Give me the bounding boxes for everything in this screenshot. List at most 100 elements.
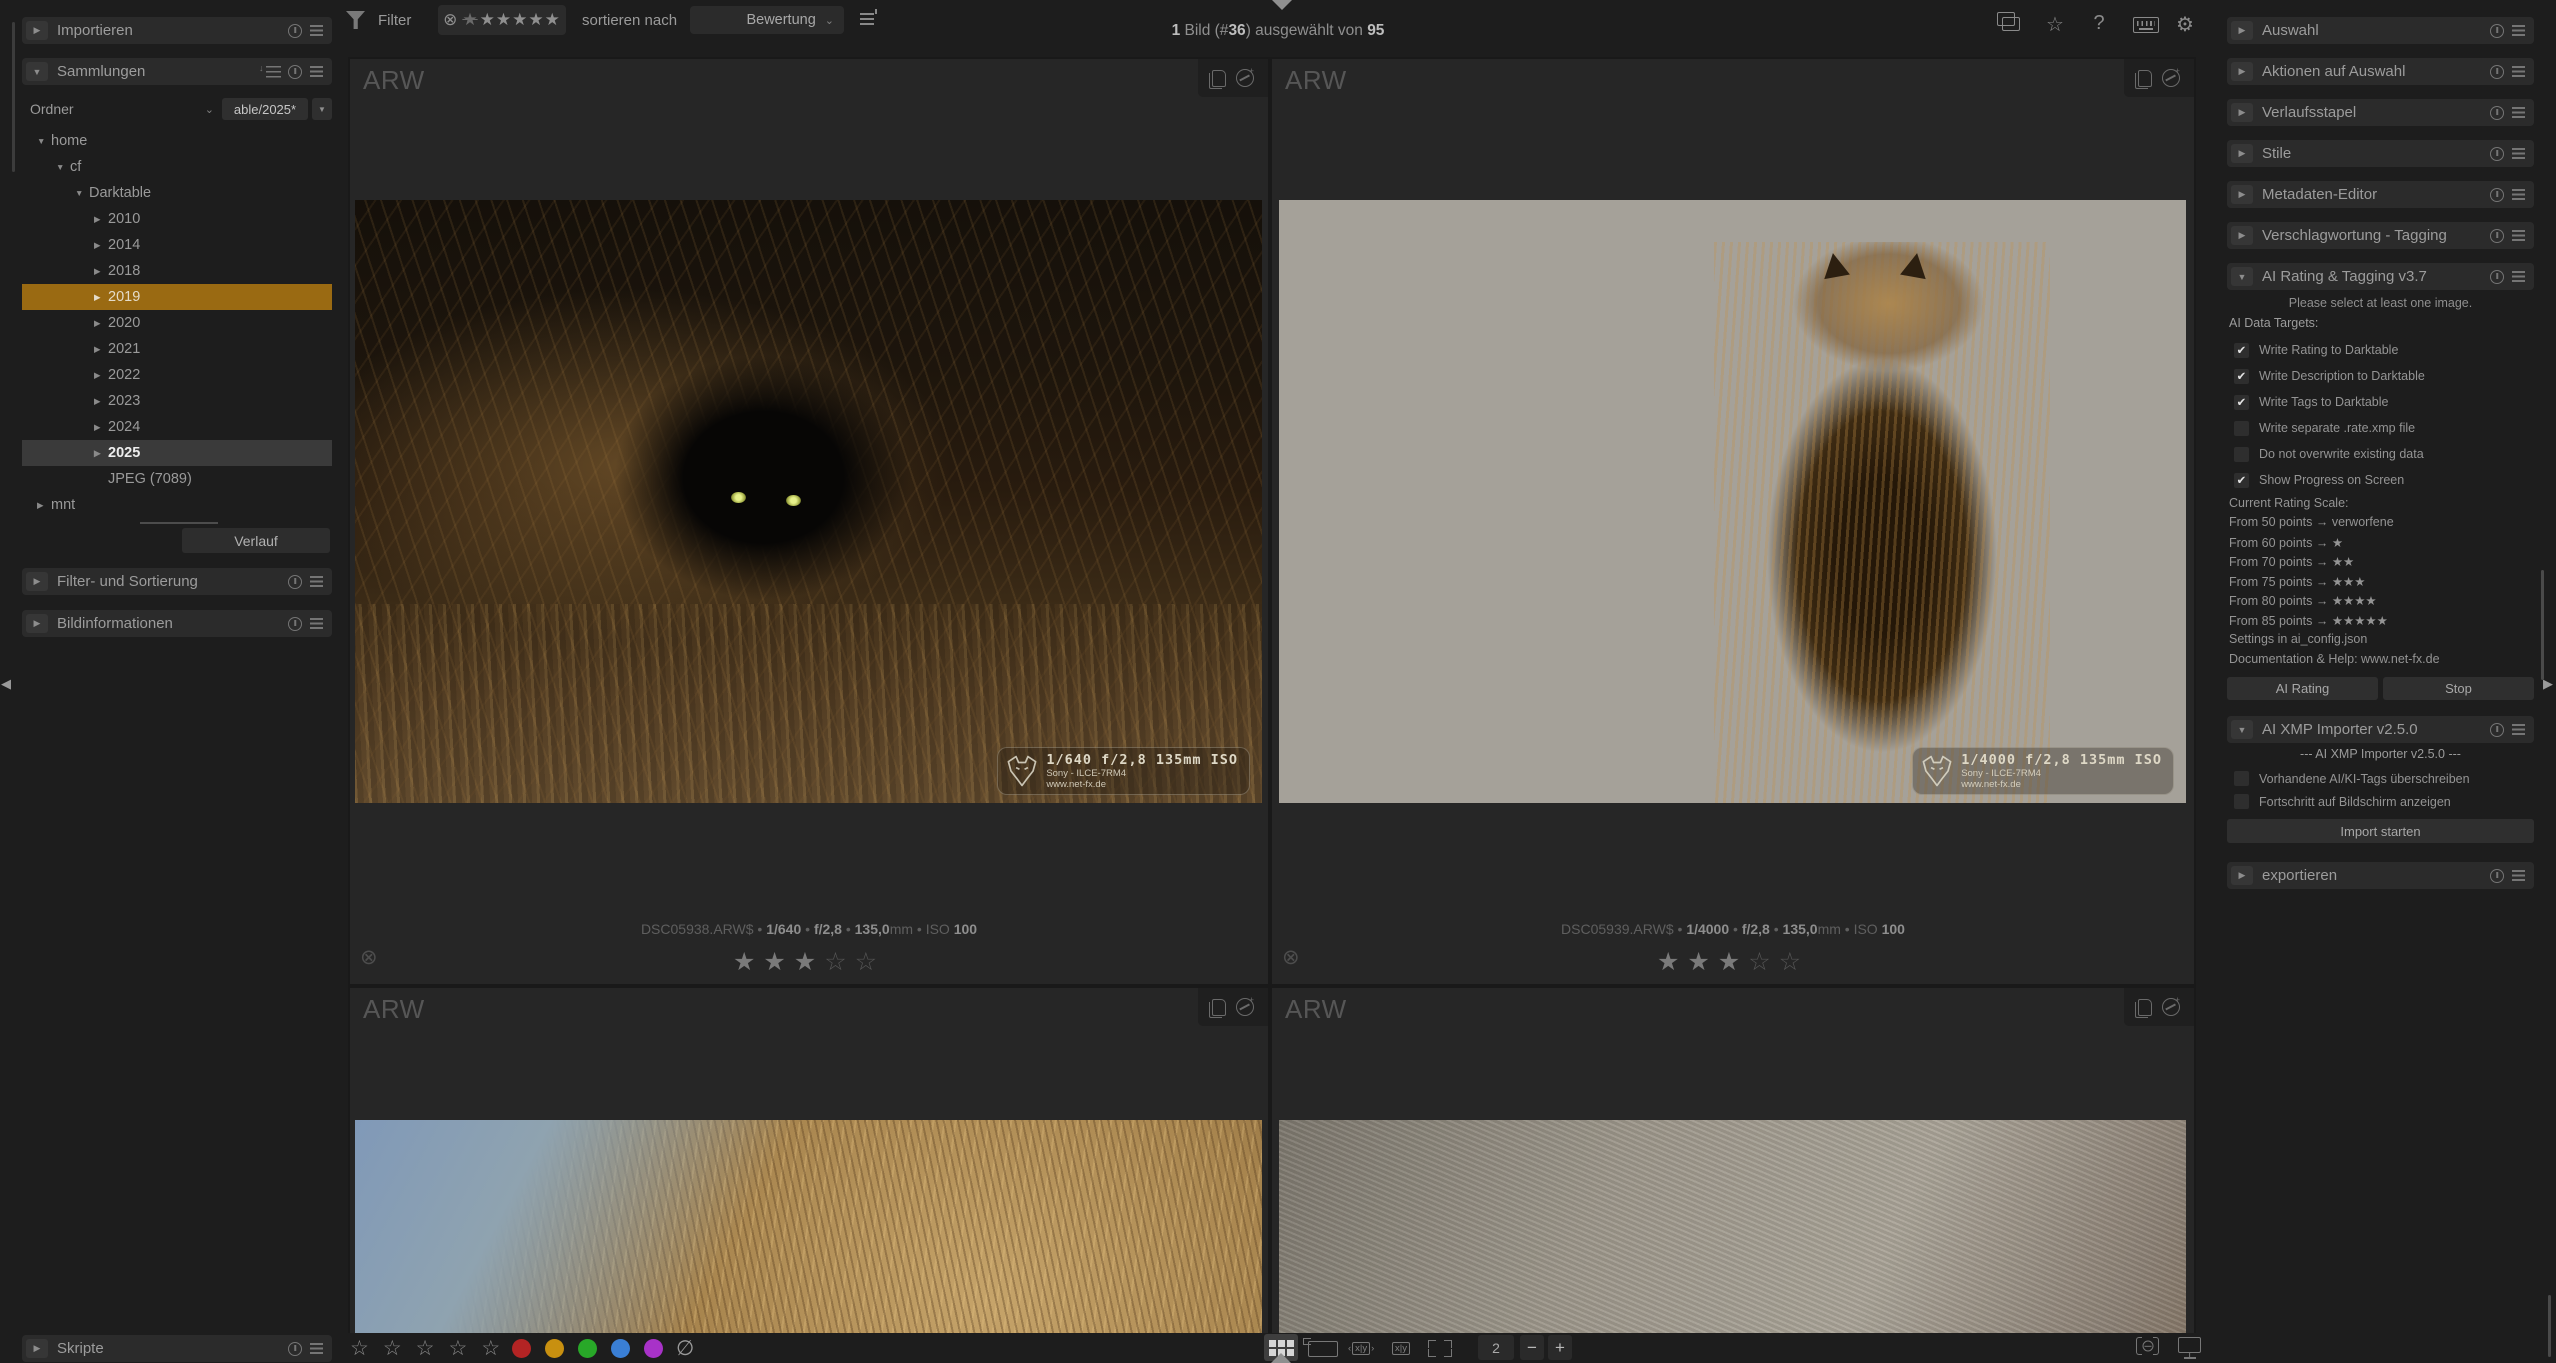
color-label-green[interactable] — [578, 1339, 597, 1358]
tree-arrow-icon[interactable]: ▶ — [94, 396, 108, 407]
option-write-tags-to-darktable[interactable]: ✔Write Tags to Darktable — [2227, 389, 2534, 415]
color-label-purple[interactable] — [644, 1339, 663, 1358]
sort-list-icon[interactable] — [266, 66, 281, 78]
reject-filter-icon[interactable]: ⊗ — [443, 10, 457, 30]
tree-item-darktable[interactable]: ▼Darktable — [22, 180, 332, 206]
expand-arrow-icon[interactable]: ▶ — [26, 572, 48, 591]
photo-black-cat[interactable]: 1/640 f/2,8 135mm ISO Sony - ILCE-7RM4 w… — [355, 200, 1262, 803]
presets-icon[interactable] — [310, 1343, 323, 1354]
chevron-down-icon[interactable]: ⌄ — [205, 103, 214, 116]
stop-button[interactable]: Stop — [2383, 677, 2534, 700]
module-metadaten-editor[interactable]: ▶Metadaten-Editor — [2227, 181, 2534, 208]
presets-icon[interactable] — [310, 618, 323, 629]
right-panel-scrollbar[interactable] — [2541, 570, 2544, 680]
thumbnail-cell-dsc05938[interactable]: ARW 1/640 f/2,8 135mm ISO Sony - ILCE-7R… — [350, 59, 1268, 984]
tree-item-cf[interactable]: ▼cf — [22, 154, 332, 180]
expand-bottom-panel-icon[interactable] — [1271, 1353, 1291, 1363]
thumbnail-cell-dsc05939[interactable]: ARW 1/4000 f/2,8 135mm ISO Sony - ILCE-7… — [1272, 59, 2194, 984]
left-panel-scrollbar[interactable] — [12, 22, 15, 172]
photo-dry-grass[interactable] — [355, 1120, 1262, 1363]
tree-arrow-icon[interactable]: ▶ — [94, 422, 108, 433]
checkbox[interactable] — [2234, 421, 2249, 436]
expand-arrow-icon[interactable]: ▶ — [26, 21, 48, 40]
help-icon[interactable]: ? — [2086, 12, 2112, 35]
filter-rating-control[interactable]: ⊗ ★ ★★★★★ — [438, 5, 566, 35]
presets-icon[interactable] — [2512, 148, 2525, 159]
reset-icon[interactable] — [288, 24, 302, 38]
tree-arrow-icon[interactable]: ▶ — [94, 344, 108, 355]
checkbox[interactable]: ✔ — [2234, 395, 2249, 410]
tree-arrow-icon[interactable]: ▶ — [94, 240, 108, 251]
tree-item-2010[interactable]: ▶2010 — [22, 206, 332, 232]
thumbnail-rating[interactable]: ★★★☆☆ — [350, 947, 1268, 977]
zoom-out-button[interactable]: − — [1520, 1335, 1544, 1360]
reset-icon[interactable] — [2490, 24, 2504, 38]
reset-icon[interactable] — [2490, 723, 2504, 737]
checkbox[interactable]: ✔ — [2234, 473, 2249, 488]
presets-icon[interactable] — [2512, 271, 2525, 282]
presets-icon[interactable] — [2512, 724, 2525, 735]
reject-icon[interactable]: ⊗ — [360, 945, 378, 970]
expand-arrow-icon[interactable]: ▶ — [2231, 226, 2253, 245]
option-write-rating-to-darktable[interactable]: ✔Write Rating to Darktable — [2227, 337, 2534, 363]
zoom-in-button[interactable]: + — [1548, 1335, 1572, 1360]
tree-arrow-icon[interactable]: ▶ — [94, 318, 108, 329]
tree-item-2014[interactable]: ▶2014 — [22, 232, 332, 258]
module-ai-rating-tagging[interactable]: ▼ AI Rating & Tagging v3.7 — [2227, 263, 2534, 290]
tree-item-2021[interactable]: ▶2021 — [22, 336, 332, 362]
collapse-left-panel-icon[interactable]: ◀ — [1, 676, 11, 692]
checkbox[interactable] — [2234, 794, 2249, 809]
verlauf-button[interactable]: Verlauf — [182, 528, 330, 553]
bottom-right-scrollbar[interactable] — [2548, 1295, 2551, 1357]
grouping-icon[interactable] — [2002, 17, 2020, 31]
settings-gear-icon[interactable]: ⚙ — [2172, 12, 2198, 37]
thumbnail-cell-row2-right[interactable]: ARW — [1272, 988, 2194, 1363]
no-color-label-icon[interactable]: ∅ — [676, 1336, 694, 1361]
presets-icon[interactable] — [2512, 870, 2525, 881]
checkbox[interactable] — [2234, 447, 2249, 462]
rating-filter-star[interactable]: ☆ — [350, 1336, 369, 1361]
culling-dynamic-button[interactable]: ‹x|y› — [1348, 1340, 1374, 1356]
tree-item-home[interactable]: ▼home — [22, 128, 332, 154]
option-write-description-to-darktable[interactable]: ✔Write Description to Darktable — [2227, 363, 2534, 389]
collapse-arrow-icon[interactable]: ▼ — [2231, 267, 2253, 286]
expand-arrow-icon[interactable]: ▶ — [26, 614, 48, 633]
expand-arrow-icon[interactable]: ▶ — [26, 1339, 48, 1358]
module-bildinformationen[interactable]: ▶ Bildinformationen — [22, 610, 332, 637]
expand-arrow-icon[interactable]: ▶ — [2231, 144, 2253, 163]
culling-fixed-button[interactable]: x|y — [1392, 1340, 1410, 1356]
module-stile[interactable]: ▶Stile — [2227, 140, 2534, 167]
reset-icon[interactable] — [2490, 270, 2504, 284]
keyboard-shortcuts-icon[interactable] — [2133, 17, 2159, 33]
expand-arrow-icon[interactable]: ▶ — [2231, 185, 2253, 204]
tree-arrow-icon[interactable]: ▶ — [94, 292, 108, 303]
filter-stars[interactable]: ★★★★★ — [480, 10, 561, 30]
tree-item-2020[interactable]: ▶2020 — [22, 310, 332, 336]
reset-icon[interactable] — [2490, 229, 2504, 243]
module-ai-xmp-importer[interactable]: ▼ AI XMP Importer v2.5.0 — [2227, 716, 2534, 743]
rating-filter-star[interactable]: ☆ — [383, 1336, 402, 1361]
presets-icon[interactable] — [2512, 25, 2525, 36]
tree-item-2024[interactable]: ▶2024 — [22, 414, 332, 440]
option-fortschritt-auf-bildschirm-anzeigen[interactable]: Fortschritt auf Bildschirm anzeigen — [2227, 790, 2534, 813]
module-auswahl[interactable]: ▶Auswahl — [2227, 17, 2534, 44]
option-show-progress-on-screen[interactable]: ✔Show Progress on Screen — [2227, 467, 2534, 493]
presets-icon[interactable] — [310, 25, 323, 36]
zoom-level-input[interactable]: 2 — [1478, 1335, 1514, 1360]
module-sammlungen[interactable]: ▼ Sammlungen — [22, 58, 332, 85]
reset-icon[interactable] — [2490, 147, 2504, 161]
tree-arrow-icon[interactable]: ▶ — [94, 266, 108, 277]
tree-item-mnt[interactable]: ▶mnt — [22, 492, 332, 518]
presets-icon[interactable] — [2512, 189, 2525, 200]
module-exportieren[interactable]: ▶ exportieren — [2227, 862, 2534, 889]
module-verschlagwortung-tagging[interactable]: ▶Verschlagwortung - Tagging — [2227, 222, 2534, 249]
expand-arrow-icon[interactable]: ▶ — [2231, 866, 2253, 885]
reset-icon[interactable] — [2490, 188, 2504, 202]
thumbnail-rating[interactable]: ★★★☆☆ — [1272, 947, 2194, 977]
reset-icon[interactable] — [288, 617, 302, 631]
collapse-arrow-icon[interactable]: ▼ — [26, 62, 48, 81]
unstarred-filter-icon[interactable]: ★ — [462, 10, 477, 30]
zoomable-view-button[interactable] — [1308, 1341, 1338, 1357]
reject-icon[interactable]: ⊗ — [1282, 945, 1300, 970]
color-label-blue[interactable] — [611, 1339, 630, 1358]
